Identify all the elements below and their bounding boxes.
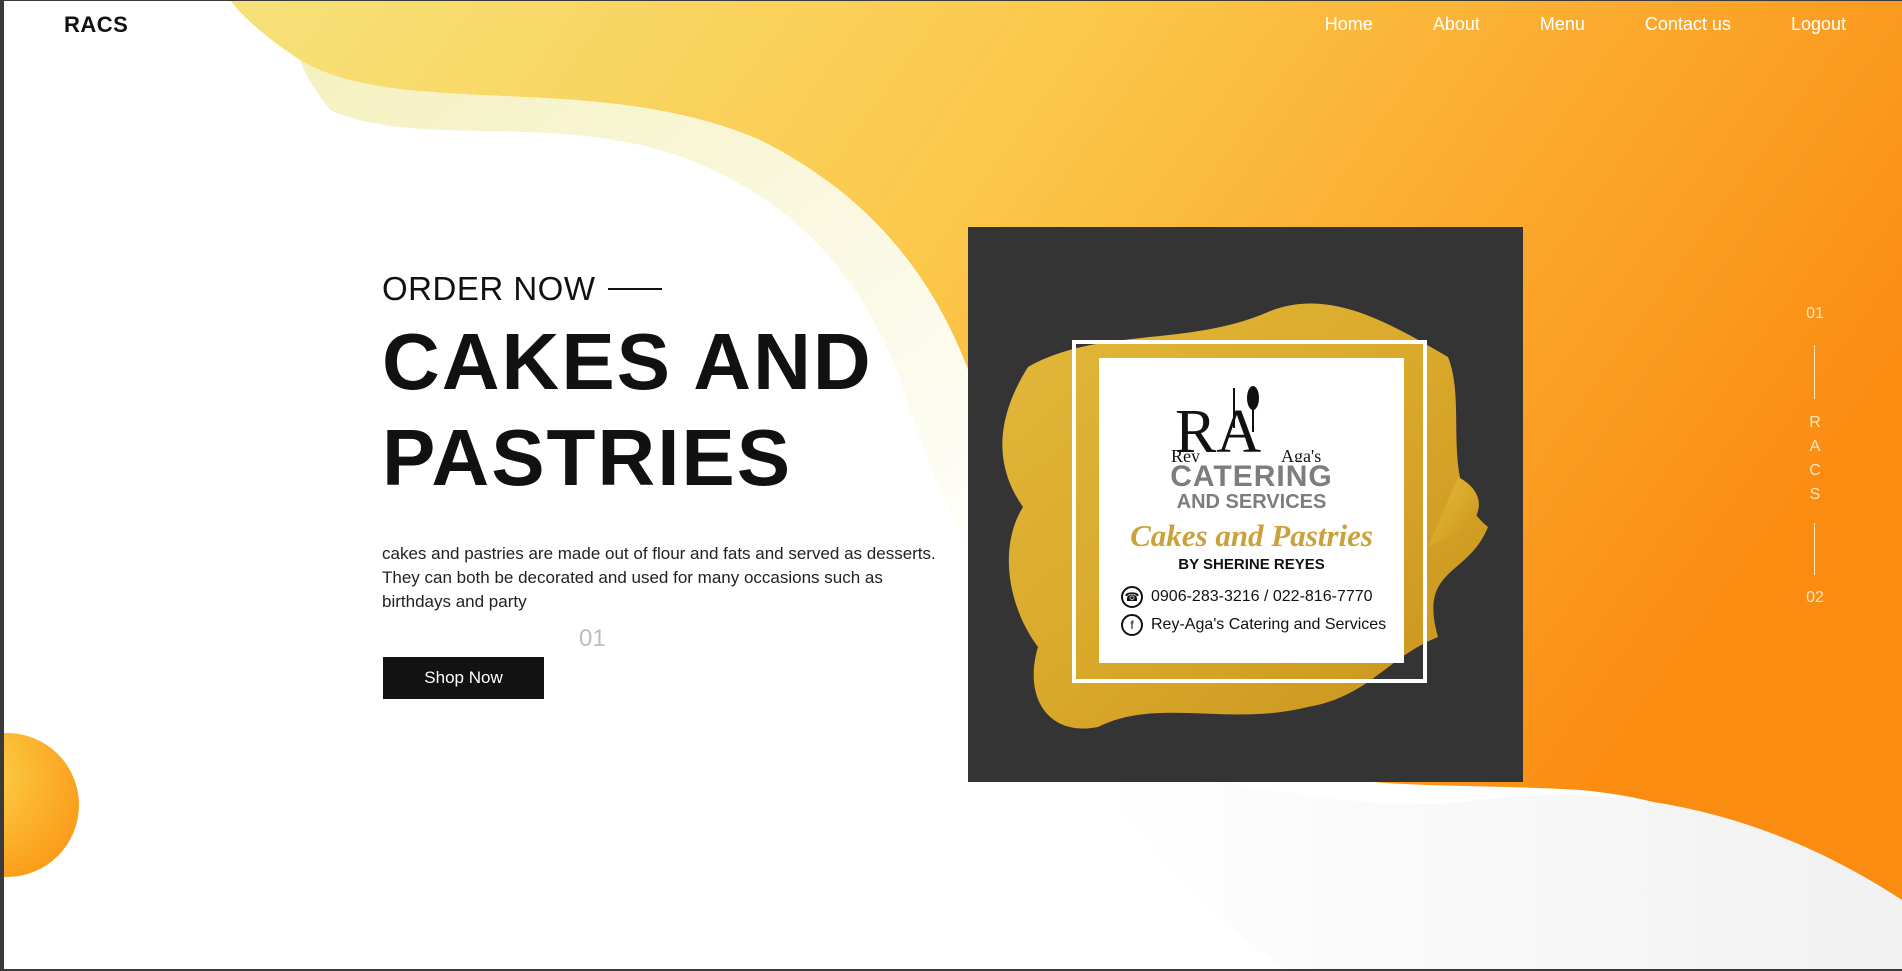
site-logo[interactable]: RACS xyxy=(64,12,128,38)
brand-monogram: RA Rey Aga's xyxy=(1171,386,1321,462)
hero-title: CAKES AND PASTRIES xyxy=(382,314,942,506)
indicator-letters: R A C S xyxy=(1800,411,1830,507)
feature-image: RA Rey Aga's CATERING AND SERVICES Cakes… xyxy=(968,227,1523,782)
indicator-next[interactable]: 02 xyxy=(1800,589,1830,607)
indicator-line-bottom xyxy=(1814,523,1815,575)
hero-section: ORDER NOW CAKES AND PASTRIES cakes and p… xyxy=(382,270,942,631)
main-nav: Home About Menu Contact us Logout xyxy=(1325,14,1846,35)
background-waves xyxy=(0,0,1902,971)
shop-now-button[interactable]: Shop Now xyxy=(383,657,544,699)
eyebrow-text: ORDER NOW xyxy=(382,270,596,307)
hero-title-line1: CAKES AND xyxy=(382,317,873,406)
business-card: RA Rey Aga's CATERING AND SERVICES Cakes… xyxy=(1099,358,1404,663)
nav-home[interactable]: Home xyxy=(1325,14,1373,35)
hero-title-line2: PASTRIES xyxy=(382,413,793,502)
hero-description: cakes and pastries are made out of flour… xyxy=(382,544,936,611)
indicator-current[interactable]: 01 xyxy=(1800,305,1830,323)
card-and-services: AND SERVICES xyxy=(1176,491,1327,513)
card-facebook: Rey-Aga's Catering and Services xyxy=(1151,616,1387,633)
card-phone-row: ☎ 0906-283-3216 / 022-816-7770 xyxy=(1121,586,1373,608)
card-phone: 0906-283-3216 / 022-816-7770 xyxy=(1151,588,1373,605)
phone-icon: ☎ xyxy=(1121,586,1143,608)
indicator-letter: R xyxy=(1809,414,1821,431)
nav-about[interactable]: About xyxy=(1433,14,1480,35)
card-catering: CATERING xyxy=(1170,460,1333,493)
card-script-title: Cakes and Pastries xyxy=(1130,518,1373,553)
eyebrow-divider xyxy=(607,288,662,290)
slide-number: 01 xyxy=(579,625,606,652)
window-border-top xyxy=(0,0,1902,1)
card-facebook-row: f Rey-Aga's Catering and Services xyxy=(1121,614,1386,636)
indicator-letter: S xyxy=(1809,486,1821,503)
nav-contact[interactable]: Contact us xyxy=(1645,14,1731,35)
indicator-letter: C xyxy=(1809,462,1821,479)
window-border-left xyxy=(0,0,4,971)
facebook-icon: f xyxy=(1121,614,1143,636)
indicator-letter: A xyxy=(1809,438,1821,455)
nav-menu[interactable]: Menu xyxy=(1540,14,1585,35)
nav-logout[interactable]: Logout xyxy=(1791,14,1846,35)
indicator-line-top xyxy=(1814,345,1815,399)
hero-eyebrow: ORDER NOW xyxy=(382,270,942,308)
card-byline: BY SHERINE REYES xyxy=(1178,556,1325,573)
